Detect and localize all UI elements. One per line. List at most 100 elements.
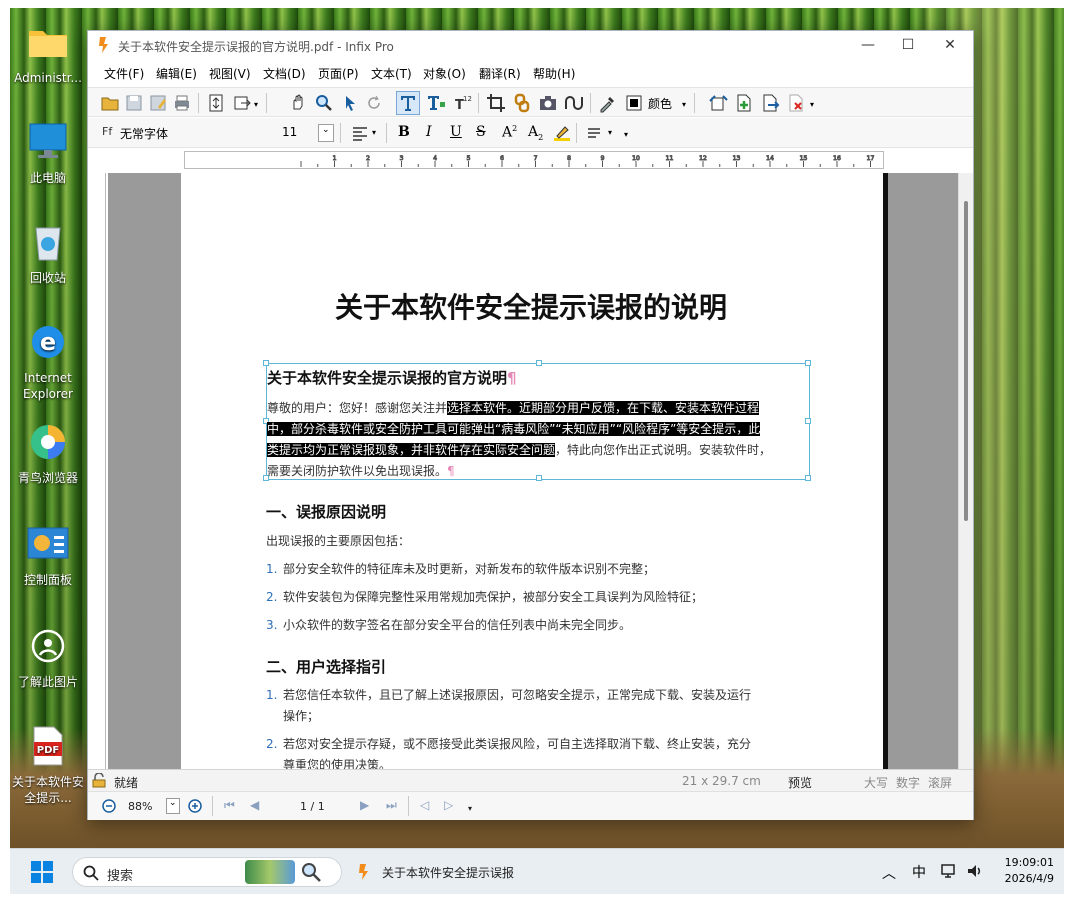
desktop-icon-about-image[interactable]: 了解此图片	[10, 626, 86, 690]
list-item[interactable]: 1. 部分安全软件的特征库未及时更新，对新发布的软件版本识别不完整；	[266, 559, 655, 580]
prev-page-icon[interactable]: ◀	[250, 798, 259, 812]
document-heading[interactable]: 关于本软件安全提示误报的说明	[181, 286, 881, 326]
list-item[interactable]: 2. 软件安装包为保障完整性采用常规加壳保护，被部分安全工具误判为风险特征；	[266, 587, 703, 608]
page-indicator[interactable]: 1 / 1	[300, 800, 325, 813]
taskbar-app-infix[interactable]: 关于本软件安全提示误报	[348, 857, 523, 887]
zoom-tool-icon[interactable]	[314, 93, 334, 113]
section1-heading[interactable]: 一、误报原因说明	[266, 501, 386, 522]
network-icon[interactable]	[940, 862, 958, 880]
page-setup-icon[interactable]	[206, 93, 226, 113]
font-size-dropdown[interactable]: ⌄	[318, 124, 334, 142]
delete-page-icon[interactable]	[786, 93, 806, 113]
minimize-button[interactable]: —	[848, 33, 888, 57]
insert-page-icon[interactable]	[734, 93, 754, 113]
italic-icon[interactable]: I	[426, 124, 432, 140]
vertical-ruler[interactable]	[90, 173, 106, 769]
hand-tool-icon[interactable]	[288, 93, 308, 113]
menu-edit[interactable]: 编辑(E)	[156, 65, 197, 82]
intro-paragraph[interactable]: 尊敬的用户：您好！感谢您关注并选择本软件。近期部分用户反馈，在下载、安装本软件过…	[267, 398, 807, 482]
chevron-down-icon[interactable]: ▾	[682, 100, 686, 109]
next-page-icon[interactable]: ▶	[360, 798, 369, 812]
save-as-icon[interactable]	[148, 93, 168, 113]
resize-handle[interactable]	[805, 360, 811, 366]
text-tool-icon[interactable]	[398, 93, 418, 113]
resize-handle[interactable]	[536, 360, 542, 366]
rotate-icon[interactable]	[364, 93, 384, 113]
maximize-button[interactable]: ☐	[888, 33, 928, 57]
select-arrow-icon[interactable]	[340, 93, 360, 113]
paragraph-spacing-icon[interactable]	[586, 123, 606, 143]
zoom-level[interactable]: 88%	[128, 800, 152, 813]
eyedropper-icon[interactable]	[598, 93, 618, 113]
list-item[interactable]: 3. 小众软件的数字签名在部分安全平台的信任列表中尚未完全同步。	[266, 615, 631, 636]
text-box-icon[interactable]	[426, 93, 446, 113]
list-item-continuation[interactable]: 尊重您的使用决策。	[283, 755, 391, 769]
highlighter-icon[interactable]	[552, 123, 572, 143]
list-item[interactable]: 1. 若您信任本软件，且已了解上述误报原因，可忽略安全提示，正常完成下载、安装及运…	[266, 685, 751, 706]
font-size-field[interactable]: 11	[282, 125, 297, 139]
section2-heading[interactable]: 二、用户选择指引	[266, 656, 386, 677]
ime-indicator[interactable]: 中	[912, 862, 926, 882]
magnifier-app-icon[interactable]	[300, 861, 322, 883]
text-flow-icon[interactable]: T123	[452, 93, 472, 113]
crop-icon[interactable]	[486, 93, 506, 113]
document-canvas[interactable]: 关于本软件安全提示误报的说明 关于本软件安全提示误报的官方说明¶ 尊敬的用户：您…	[108, 173, 958, 769]
forward-view-icon[interactable]: ▷	[444, 798, 453, 812]
pdf-page[interactable]: 关于本软件安全提示误报的说明 关于本软件安全提示误报的官方说明¶ 尊敬的用户：您…	[181, 173, 883, 769]
chevron-down-icon[interactable]: ▾	[372, 128, 376, 137]
open-icon[interactable]	[100, 93, 120, 113]
print-icon[interactable]	[172, 93, 192, 113]
align-left-icon[interactable]	[350, 123, 370, 143]
resize-handle[interactable]	[263, 360, 269, 366]
menu-page[interactable]: 页面(P)	[318, 65, 359, 82]
box-title[interactable]: 关于本软件安全提示误报的官方说明¶	[267, 367, 517, 388]
last-page-icon[interactable]: ⏭	[386, 798, 397, 813]
section1-intro[interactable]: 出现误报的主要原因包括：	[266, 531, 410, 552]
volume-icon[interactable]	[966, 862, 984, 880]
desktop-icon-admin[interactable]: Administr...	[10, 22, 86, 86]
scrollbar-thumb[interactable]	[964, 201, 968, 521]
zoom-dropdown[interactable]: ⌄	[166, 798, 180, 814]
menu-document[interactable]: 文档(D)	[263, 65, 306, 82]
list-item-continuation[interactable]: 操作；	[283, 706, 319, 727]
menu-help[interactable]: 帮助(H)	[533, 65, 575, 82]
link-icon[interactable]	[512, 93, 532, 113]
desktop-icon-recycle-bin[interactable]: 回收站	[10, 222, 86, 286]
title-bar[interactable]: 关于本软件安全提示误报的官方说明.pdf - Infix Pro — ☐ ✕	[88, 31, 973, 59]
save-icon[interactable]	[124, 93, 144, 113]
color-label[interactable]: 颜色	[648, 95, 672, 112]
chevron-down-icon[interactable]: ▾	[254, 100, 258, 109]
font-name-field[interactable]: 无常字体	[120, 125, 168, 142]
chevron-down-icon[interactable]: ▾	[468, 804, 472, 813]
menu-view[interactable]: 视图(V)	[209, 65, 251, 82]
status-preview[interactable]: 预览	[788, 774, 812, 791]
desktop-icon-ie[interactable]: e Internet Explorer	[10, 322, 86, 402]
menu-file[interactable]: 文件(F)	[104, 65, 144, 82]
first-page-icon[interactable]: ⏮	[224, 798, 235, 813]
selected-text-box[interactable]: 关于本软件安全提示误报的官方说明¶ 尊敬的用户：您好！感谢您关注并选择本软件。近…	[263, 360, 811, 482]
windows-start-icon[interactable]	[30, 860, 54, 884]
subscript-icon[interactable]: A2	[528, 124, 543, 142]
export-icon[interactable]	[232, 93, 252, 113]
extract-page-icon[interactable]	[760, 93, 780, 113]
superscript-icon[interactable]: A2	[502, 124, 517, 141]
vertical-scrollbar[interactable]	[958, 173, 973, 769]
chevron-up-icon[interactable]: ︿	[882, 863, 896, 883]
zoom-out-icon[interactable]	[102, 799, 116, 813]
back-view-icon[interactable]: ◁	[420, 798, 429, 812]
zoom-in-icon[interactable]	[188, 799, 202, 813]
underline-icon[interactable]: U	[450, 124, 462, 140]
close-button[interactable]: ✕	[930, 33, 970, 57]
menu-text[interactable]: 文本(T)	[371, 65, 412, 82]
bold-icon[interactable]: B	[398, 124, 410, 140]
replace-page-icon[interactable]	[708, 93, 728, 113]
chevron-down-icon[interactable]: ▾	[810, 100, 814, 109]
color-swatch-icon[interactable]	[624, 93, 644, 113]
desktop-icon-pdf-file[interactable]: PDF 关于本软件安全提示...	[10, 726, 86, 806]
desktop-icon-browser[interactable]: 青鸟浏览器	[10, 422, 86, 486]
chevron-down-icon[interactable]: ▾	[608, 128, 612, 137]
desktop-icon-control-panel[interactable]: 控制面板	[10, 524, 86, 588]
desktop-icon-this-pc[interactable]: 此电脑	[10, 122, 86, 186]
menu-translate[interactable]: 翻译(R)	[479, 65, 521, 82]
chevron-down-icon[interactable]: ▾	[624, 130, 628, 139]
